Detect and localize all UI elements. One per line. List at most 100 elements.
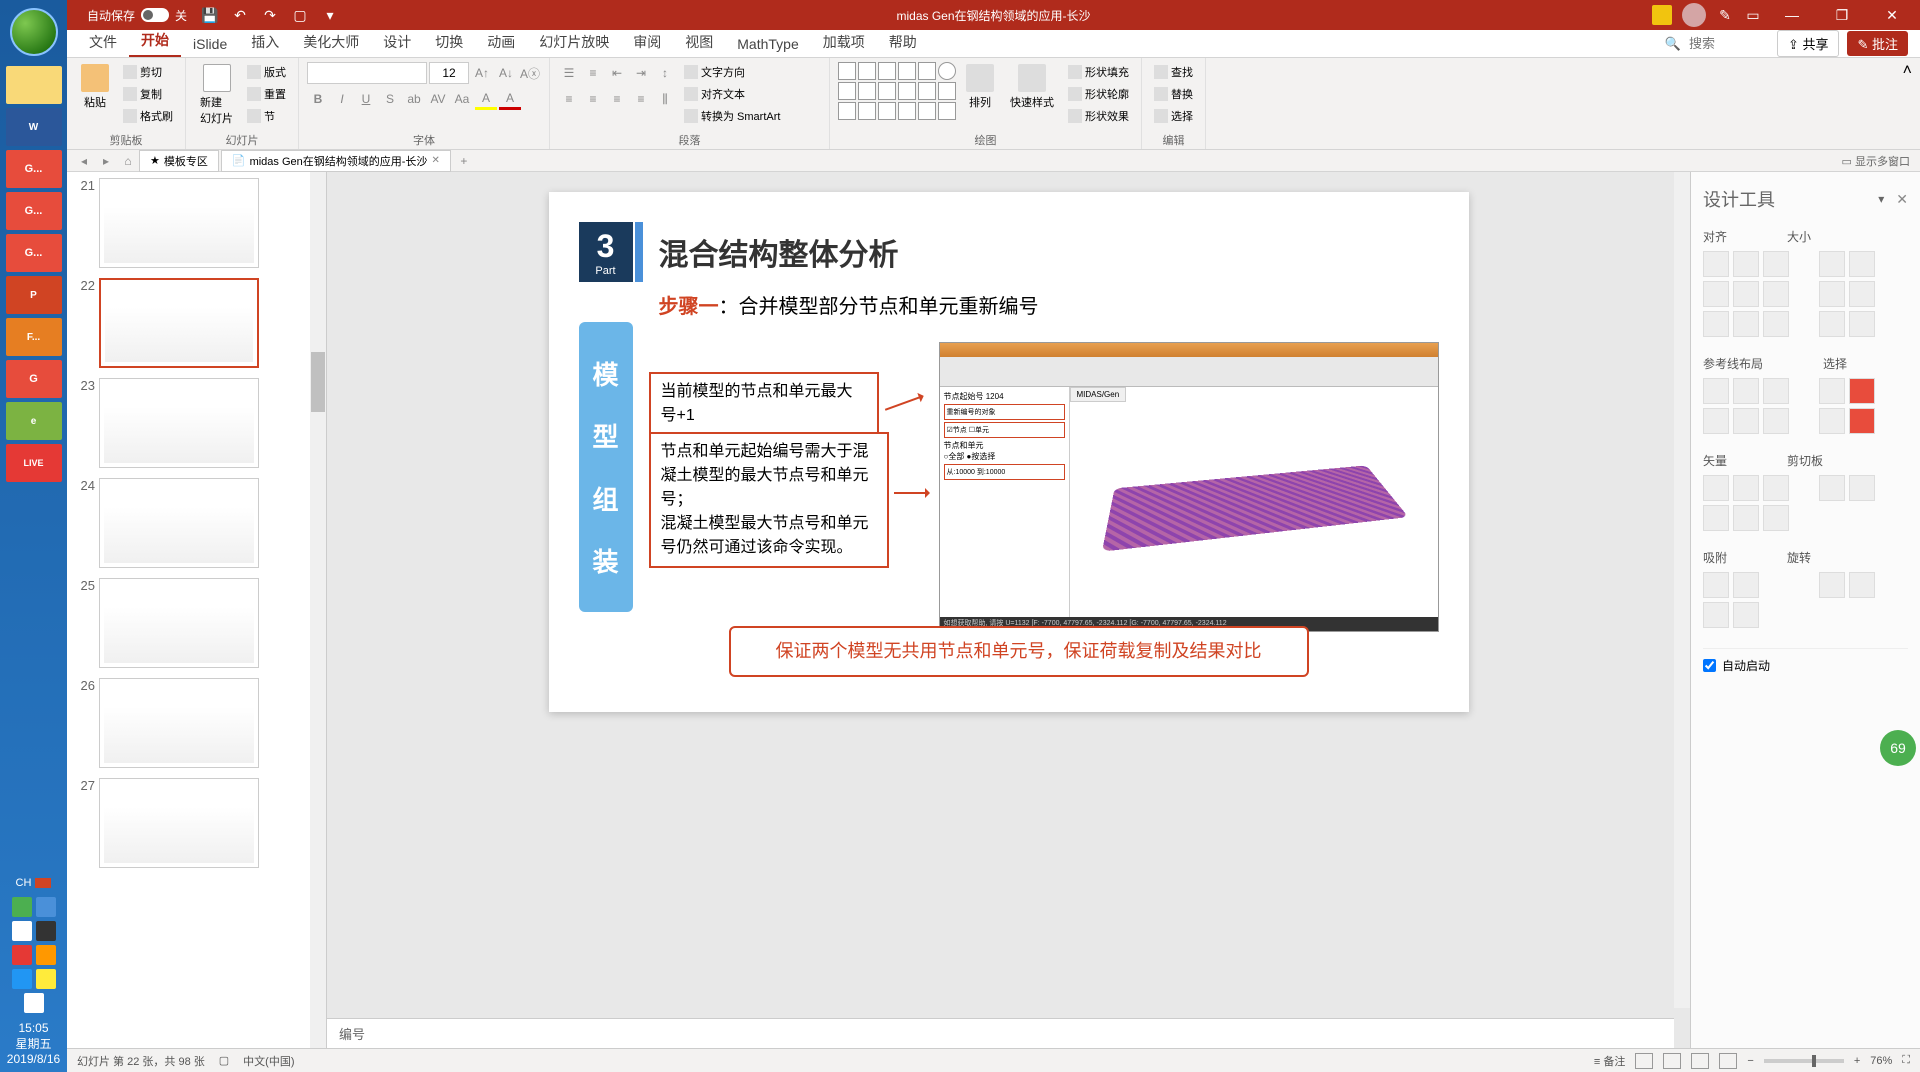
tray-icon[interactable]: [12, 945, 32, 965]
align-icon[interactable]: [1703, 311, 1729, 337]
tab-transitions[interactable]: 切换: [423, 27, 475, 57]
tab-design[interactable]: 设计: [371, 27, 423, 57]
warning-icon[interactable]: [1652, 5, 1672, 25]
reading-view-icon[interactable]: [1691, 1053, 1709, 1069]
format-painter-button[interactable]: 格式刷: [119, 106, 177, 126]
align-icon[interactable]: [1703, 251, 1729, 277]
justify-icon[interactable]: ≡: [630, 88, 652, 110]
tab-insert[interactable]: 插入: [239, 27, 291, 57]
tray-icon[interactable]: [36, 897, 56, 917]
notes-button[interactable]: ≡ 备注: [1594, 1053, 1625, 1069]
cut-button[interactable]: 剪切: [119, 62, 177, 82]
align-center-icon[interactable]: ≡: [582, 88, 604, 110]
shadow-icon[interactable]: ab: [403, 88, 425, 110]
snap-icon[interactable]: [1733, 572, 1759, 598]
highlight-icon[interactable]: A: [475, 88, 497, 110]
taskbar-clock[interactable]: 15:05 星期五 2019/8/16: [3, 1017, 64, 1072]
quick-styles-button[interactable]: 快速样式: [1004, 62, 1060, 112]
clear-format-icon[interactable]: Aⓧ: [519, 62, 541, 84]
share-button[interactable]: ⇪ 共享: [1777, 30, 1840, 57]
tab-review[interactable]: 审阅: [621, 27, 673, 57]
align-icon[interactable]: [1733, 251, 1759, 277]
shapes-gallery[interactable]: [838, 62, 956, 120]
paste-button[interactable]: 粘贴: [75, 62, 115, 112]
tray-icon[interactable]: [24, 993, 44, 1013]
vector-icon[interactable]: [1703, 505, 1729, 531]
undo-icon[interactable]: ↶: [231, 6, 249, 24]
align-left-icon[interactable]: ≡: [558, 88, 580, 110]
section-button[interactable]: 节: [243, 106, 290, 126]
slide-thumb-26[interactable]: [99, 678, 259, 768]
taskbar-app-f[interactable]: F...: [6, 318, 62, 356]
comments-button[interactable]: ✎ 批注: [1847, 31, 1908, 56]
doc-tab-templates[interactable]: ★ 模板专区: [139, 150, 219, 172]
copy-button[interactable]: 复制: [119, 84, 177, 104]
doc-tab-active[interactable]: 📄 midas Gen在钢结构领域的应用-长沙 ✕: [221, 150, 451, 172]
line-spacing-icon[interactable]: ↕: [654, 62, 676, 84]
vector-icon[interactable]: [1733, 505, 1759, 531]
replace-button[interactable]: 替换: [1150, 84, 1197, 104]
ink-icon[interactable]: ✎: [1716, 6, 1734, 24]
save-icon[interactable]: 💾: [201, 6, 219, 24]
pane-close-icon[interactable]: ✕: [1896, 191, 1908, 208]
start-button[interactable]: [10, 8, 58, 56]
new-slide-button[interactable]: 新建 幻灯片: [194, 62, 239, 128]
numbering-icon[interactable]: ≡: [582, 62, 604, 84]
select-icon[interactable]: [1819, 378, 1845, 404]
accessibility-icon[interactable]: ▢: [219, 1054, 229, 1067]
size-icon[interactable]: [1819, 251, 1845, 277]
tray-icon[interactable]: [12, 897, 32, 917]
align-icon[interactable]: [1703, 281, 1729, 307]
floating-badge[interactable]: 69: [1880, 730, 1916, 766]
ribbon-display-icon[interactable]: ▭: [1744, 6, 1762, 24]
home-icon[interactable]: ⌂: [117, 150, 139, 172]
grow-font-icon[interactable]: A↑: [471, 62, 493, 84]
taskbar-app-g3[interactable]: G...: [6, 234, 62, 272]
taskbar-app-live[interactable]: LIVE: [6, 444, 62, 482]
layout-button[interactable]: 版式: [243, 62, 290, 82]
tab-slideshow[interactable]: 幻灯片放映: [527, 27, 621, 57]
clipboard-icon[interactable]: [1849, 475, 1875, 501]
vector-icon[interactable]: [1703, 475, 1729, 501]
slideshow-view-icon[interactable]: [1719, 1053, 1737, 1069]
close-button[interactable]: ✕: [1872, 1, 1912, 29]
snap-icon[interactable]: [1703, 602, 1729, 628]
font-family-input[interactable]: [307, 62, 427, 84]
taskbar-app-browser[interactable]: e: [6, 402, 62, 440]
guide-icon[interactable]: [1763, 378, 1789, 404]
smartart-button[interactable]: 转换为 SmartArt: [680, 106, 784, 126]
search-input[interactable]: [1689, 36, 1769, 51]
slide-thumb-27[interactable]: [99, 778, 259, 868]
text-direction-button[interactable]: 文字方向: [680, 62, 784, 82]
taskbar-app-g1[interactable]: G...: [6, 150, 62, 188]
fit-icon[interactable]: ⛶: [1902, 1054, 1910, 1067]
close-icon[interactable]: ✕: [431, 155, 439, 166]
size-icon[interactable]: [1819, 311, 1845, 337]
slide-thumb-23[interactable]: [99, 378, 259, 468]
autostart-checkbox[interactable]: 自动启动: [1703, 648, 1908, 674]
tab-mathtype[interactable]: MathType: [725, 31, 810, 57]
select-button[interactable]: 选择: [1150, 106, 1197, 126]
normal-view-icon[interactable]: [1635, 1053, 1653, 1069]
find-button[interactable]: 查找: [1150, 62, 1197, 82]
italic-icon[interactable]: I: [331, 88, 353, 110]
thumbnail-scrollbar[interactable]: [310, 172, 326, 1048]
shrink-font-icon[interactable]: A↓: [495, 62, 517, 84]
zoom-slider[interactable]: [1764, 1059, 1844, 1063]
spacing-icon[interactable]: AV: [427, 88, 449, 110]
zoom-percent[interactable]: 76%: [1870, 1055, 1892, 1067]
slide-thumb-21[interactable]: [99, 178, 259, 268]
notes-pane[interactable]: 编号: [327, 1018, 1674, 1048]
size-icon[interactable]: [1849, 251, 1875, 277]
guide-icon[interactable]: [1733, 378, 1759, 404]
strike-icon[interactable]: S: [379, 88, 401, 110]
select-icon[interactable]: [1849, 378, 1875, 404]
clipboard-icon[interactable]: [1819, 475, 1845, 501]
user-avatar-icon[interactable]: [1682, 3, 1706, 27]
tab-islide[interactable]: iSlide: [181, 31, 239, 57]
slide-thumb-22[interactable]: [99, 278, 259, 368]
multiwindow-toggle[interactable]: ▭ 显示多窗口: [1842, 153, 1910, 169]
guide-icon[interactable]: [1703, 378, 1729, 404]
slide-canvas[interactable]: 3 Part 混合结构整体分析 步骤一：合并模型部分节点和单元重新编号 模 型 …: [549, 192, 1469, 712]
arrange-button[interactable]: 排列: [960, 62, 1000, 112]
